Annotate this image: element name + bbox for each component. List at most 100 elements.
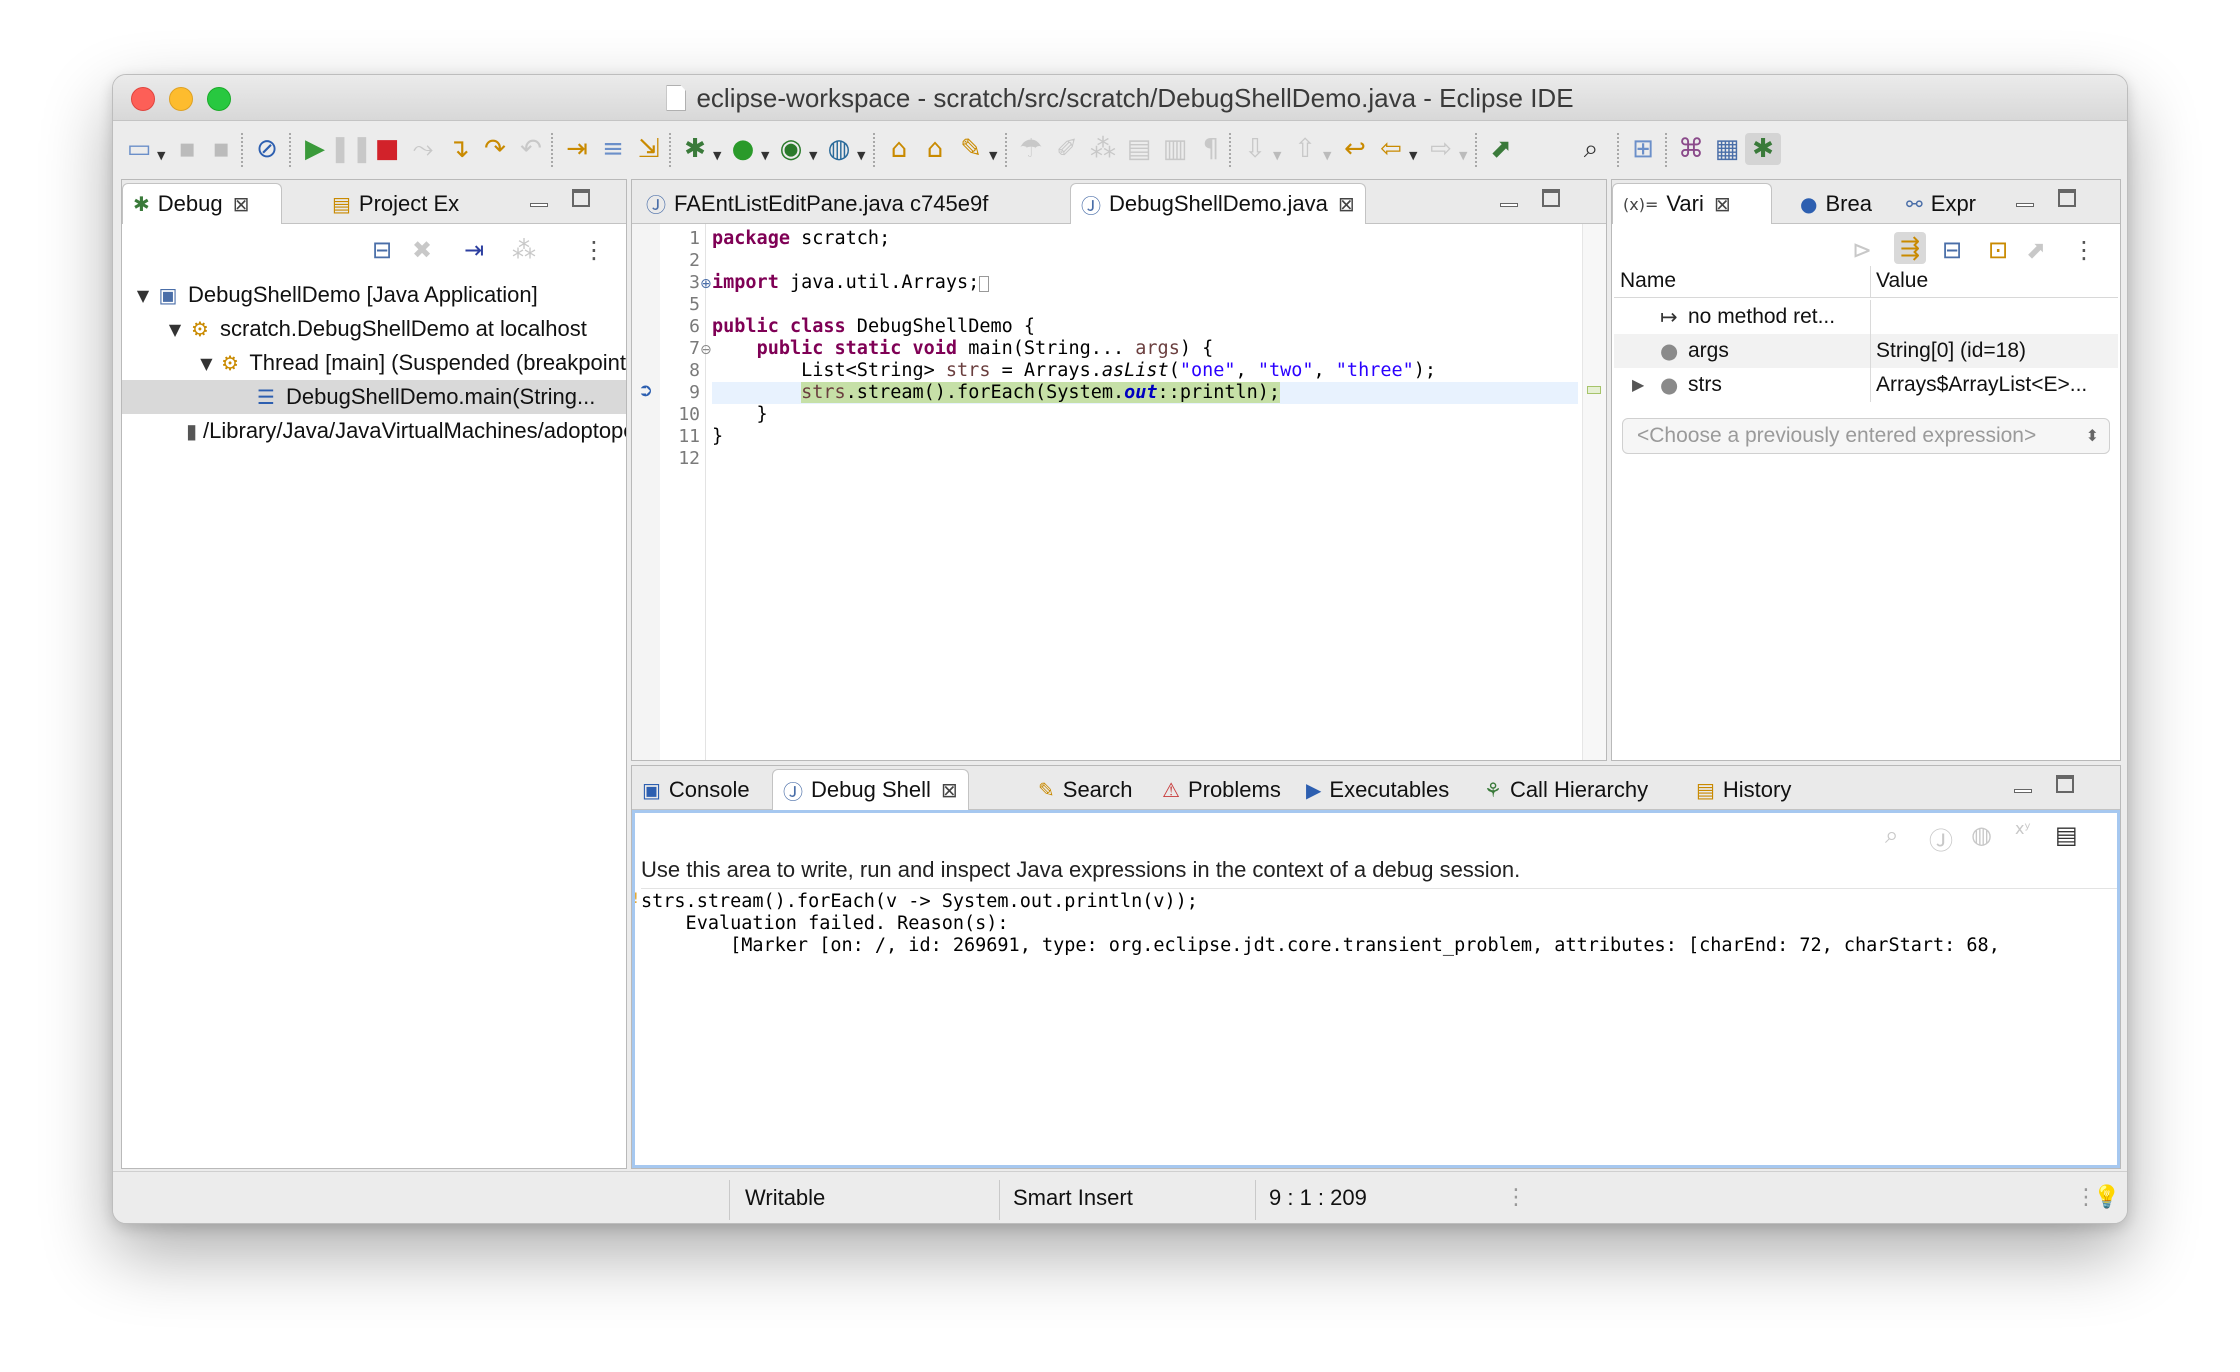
forward-dropdown-icon[interactable]: ▼ <box>1459 149 1467 162</box>
terminate-icon[interactable]: ■ <box>371 133 403 165</box>
last-edit-location-icon[interactable]: ↩ <box>1339 133 1371 165</box>
variable-row[interactable]: ▶ ● strs Arrays$ArrayList<E>... <box>1614 368 2118 402</box>
variable-row[interactable]: ↦ no method ret... <box>1614 300 2118 334</box>
search-pen-icon[interactable]: ✎ <box>955 133 987 165</box>
column-value[interactable]: Value <box>1876 269 1928 293</box>
coverage-dropdown-icon[interactable]: ▼ <box>809 149 817 162</box>
save-icon[interactable]: ▪ <box>171 133 203 165</box>
previous-annotation-dropdown-icon[interactable]: ▼ <box>1323 149 1331 162</box>
save-all-icon[interactable]: ▪ <box>205 133 237 165</box>
new-dropdown-icon[interactable]: ▼ <box>157 149 165 162</box>
collapse-all-icon[interactable]: ⊟ <box>1942 236 1962 264</box>
disconnect-icon[interactable]: ⤳ <box>407 133 439 165</box>
tab-variables[interactable]: (x)= Vari ⊠ <box>1612 183 1772 224</box>
clear-console-icon[interactable]: ▤ <box>2055 821 2078 849</box>
tab-project-explorer[interactable]: ▤ Project Ex <box>322 183 469 224</box>
tab-faentlisteditpane[interactable]: Ⓙ FAEntListEditPane.java c745e9f <box>636 183 998 224</box>
minimize-icon[interactable] <box>530 188 548 212</box>
tree-item-debug-target[interactable]: ▼ ⚙ scratch.DebugShellDemo at localhost <box>122 312 626 346</box>
debug-bug-icon[interactable]: ✱ <box>679 133 711 165</box>
step-return-icon[interactable]: ↶ <box>515 133 547 165</box>
view-menu-icon[interactable]: ⋮ <box>582 236 606 264</box>
tab-breakpoints[interactable]: ● Brea <box>1790 183 1882 224</box>
maximize-icon[interactable] <box>2058 188 2076 212</box>
variable-row[interactable]: ● args String[0] (id=18) <box>1614 334 2118 368</box>
open-type-icon[interactable]: ⌂ <box>883 133 915 165</box>
next-annotation-dropdown-icon[interactable]: ▼ <box>1273 149 1281 162</box>
coverage-icon[interactable]: ◉ <box>775 133 807 165</box>
next-annotation-icon[interactable]: ⇩ <box>1239 133 1271 165</box>
tab-history[interactable]: ▤ History <box>1686 769 1801 810</box>
display-icon[interactable]: Ⓙ <box>1929 821 1953 856</box>
forward-arrow-icon[interactable]: ⇨ <box>1425 133 1457 165</box>
back-dropdown-icon[interactable]: ▼ <box>1409 149 1417 162</box>
minimize-icon[interactable] <box>2014 774 2032 798</box>
expanded-chevron-icon[interactable]: ▼ <box>132 286 154 305</box>
step-filters-icon[interactable]: ⇥ <box>464 236 484 264</box>
close-icon[interactable]: ⊠ <box>1714 192 1731 216</box>
run-dropdown-icon[interactable]: ▼ <box>761 149 769 162</box>
show-source-icon[interactable]: ▥ <box>1159 133 1191 165</box>
close-icon[interactable]: ⊠ <box>941 778 958 802</box>
tab-problems[interactable]: ⚠ Problems <box>1152 769 1291 810</box>
breakpoint-marker-icon[interactable]: ➲ <box>638 380 653 401</box>
maximize-icon[interactable] <box>572 188 590 212</box>
step-into-icon[interactable]: ↴ <box>443 133 475 165</box>
new-wizard-icon[interactable]: ▭ <box>123 133 155 165</box>
open-perspective-icon[interactable]: ⊞ <box>1627 133 1659 165</box>
use-step-filters-icon[interactable]: ≡ <box>597 133 629 165</box>
tab-debug[interactable]: ✱ Debug ⊠ <box>122 183 282 224</box>
run-icon[interactable]: ● <box>727 133 759 165</box>
run-to-line-icon[interactable]: ⇲ <box>633 133 665 165</box>
step-over-icon[interactable]: ↷ <box>479 133 511 165</box>
java-browsing-perspective-icon[interactable]: ▦ <box>1711 133 1743 165</box>
layout-icon[interactable]: ⊡ <box>1988 236 2008 264</box>
open-task-icon[interactable]: ⌂ <box>919 133 951 165</box>
collapse-fold-icon[interactable]: ⊖ <box>700 342 712 358</box>
drop-to-frame-icon[interactable]: ⇥ <box>561 133 593 165</box>
annotation-icon[interactable]: ☂ <box>1015 133 1047 165</box>
close-icon[interactable]: ⊠ <box>233 192 250 216</box>
link-icon[interactable]: ⁂ <box>512 236 536 264</box>
close-icon[interactable]: ⊠ <box>1338 192 1355 216</box>
pin-editor-icon[interactable]: ⬈ <box>1485 133 1517 165</box>
inspect-icon[interactable]: ⌕ <box>1885 821 1898 849</box>
show-whitespace-icon[interactable]: ▤ <box>1123 133 1155 165</box>
highlight-icon[interactable]: ✐ <box>1051 133 1083 165</box>
tab-call-hierarchy[interactable]: ⚘ Call Hierarchy <box>1474 769 1658 810</box>
maximize-icon[interactable] <box>2056 774 2074 798</box>
tree-item-stack-frame[interactable]: ☰ DebugShellDemo.main(String... <box>122 380 626 414</box>
lightbulb-icon[interactable]: 💡 <box>2093 1172 2120 1223</box>
current-line-marker[interactable] <box>1587 386 1601 394</box>
show-type-names-icon[interactable]: ⊳ <box>1852 236 1872 264</box>
expression-history-select[interactable]: <Choose a previously entered expression>… <box>1622 418 2110 454</box>
minimize-icon[interactable] <box>1500 188 1518 212</box>
debug-dropdown-icon[interactable]: ▼ <box>713 149 721 162</box>
pilcrow-icon[interactable]: ¶ <box>1195 133 1227 165</box>
tree-item-java-app[interactable]: ▼ ▣ DebugShellDemo [Java Application] <box>122 278 626 312</box>
tab-executables[interactable]: ▶ Executables <box>1296 769 1459 810</box>
show-logical-structure-icon[interactable]: ⇶ <box>1894 232 1927 264</box>
toggle-details-icon[interactable]: ⬈ <box>2026 236 2046 264</box>
tab-expressions[interactable]: ⚯ Expr <box>1896 183 1986 224</box>
execute-icon[interactable]: ◍ <box>1971 821 1992 849</box>
code-editor[interactable]: ➲ 1 2 3 5 6 7 8 9 10 11 12 ⊕ ⊖ package s… <box>632 224 1606 760</box>
java-perspective-icon[interactable]: ⌘ <box>1675 133 1707 165</box>
collapse-all-icon[interactable]: ⊟ <box>372 236 392 264</box>
block-selection-icon[interactable]: ⁂ <box>1087 133 1119 165</box>
external-tools-dropdown-icon[interactable]: ▼ <box>857 149 865 162</box>
skip-breakpoints-icon[interactable]: ⊘ <box>251 133 283 165</box>
search-dropdown-icon[interactable]: ▼ <box>989 149 997 162</box>
tab-debug-shell[interactable]: Ⓙ Debug Shell ⊠ <box>772 769 969 810</box>
view-menu-icon[interactable]: ⋮ <box>2072 236 2096 264</box>
search-icon[interactable]: ⌕ <box>1575 133 1607 165</box>
tab-debugshelldemo[interactable]: Ⓙ DebugShellDemo.java ⊠ <box>1070 183 1366 224</box>
tree-item-thread[interactable]: ▼ ⚙ Thread [main] (Suspended (breakpoint <box>122 346 626 380</box>
back-arrow-icon[interactable]: ⇦ <box>1375 133 1407 165</box>
suspend-icon[interactable]: ❚❚ <box>329 133 373 165</box>
minimize-icon[interactable] <box>2016 188 2034 212</box>
resume-icon[interactable]: ▶ <box>299 133 331 165</box>
maximize-icon[interactable] <box>1542 188 1560 212</box>
remove-terminated-icon[interactable]: ✖ <box>412 236 432 264</box>
status-cursor-position[interactable]: 9 : 1 : 209 <box>1269 1172 1367 1223</box>
